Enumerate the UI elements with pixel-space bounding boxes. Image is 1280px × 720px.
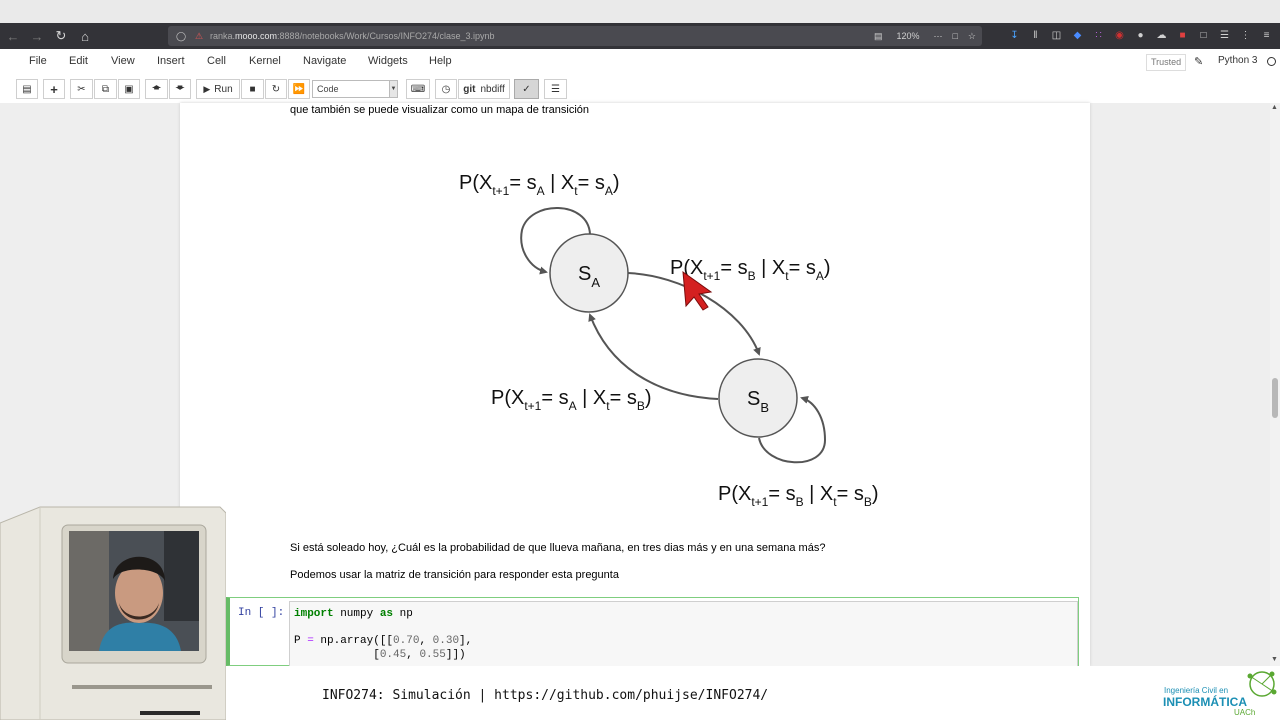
git-commit-icon[interactable]: ✓: [514, 79, 539, 99]
logo-line-2: INFORMÁTICA: [1163, 695, 1247, 709]
scroll-down-icon[interactable]: ▼: [1271, 656, 1278, 663]
stop-icon[interactable]: ■: [241, 79, 264, 99]
reader-view-icon[interactable]: ▤: [874, 31, 883, 42]
nbdiff-button[interactable]: git nbdiff: [458, 79, 510, 99]
run-label: Run: [214, 83, 233, 95]
scroll-up-icon[interactable]: ▲: [1271, 104, 1278, 111]
menu-edit[interactable]: Edit: [69, 55, 88, 67]
markdown-intro-text: que también se puede visualizar como un …: [290, 104, 590, 116]
webcam-video: [69, 531, 199, 651]
sidebar-icon[interactable]: ◫: [1049, 27, 1064, 43]
menu-cell[interactable]: Cell: [207, 55, 226, 67]
window-top-strip: [0, 0, 1280, 23]
code-line-3: P = np.array([[0.70, 0.30],: [294, 635, 473, 647]
paste-icon[interactable]: ▣: [118, 79, 140, 99]
trusted-badge[interactable]: Trusted: [1146, 54, 1187, 71]
extension-red-icon[interactable]: ■: [1175, 27, 1190, 43]
copy-icon[interactable]: ⧉: [94, 79, 117, 99]
command-palette-icon[interactable]: ☰: [544, 79, 567, 99]
menu-view[interactable]: View: [111, 55, 135, 67]
reload-icon[interactable]: ↻: [50, 25, 72, 47]
extension-grid-icon[interactable]: ∷: [1091, 27, 1106, 43]
screen: ← → ↻ ⌂ ◯ ⚠ ranka.mooo.com:8888/notebook…: [0, 0, 1280, 720]
nbdiff-label: nbdiff: [480, 83, 505, 95]
history-icon[interactable]: ◷: [435, 79, 457, 99]
extension-bars-icon[interactable]: ☰: [1217, 27, 1232, 43]
menu-insert[interactable]: Insert: [157, 55, 185, 67]
shield-icon: ◯: [175, 30, 187, 41]
save-icon[interactable]: ▤: [16, 79, 38, 99]
notebook-menubar: File Edit View Insert Cell Kernel Naviga…: [0, 49, 1280, 76]
label-p-b-given-b: P(Xt+1= sB | Xt= sB): [718, 483, 879, 509]
back-icon[interactable]: ←: [2, 25, 24, 47]
markdown-answer-text: Podemos usar la matriz de transición par…: [290, 569, 619, 581]
restart-icon[interactable]: ↻: [265, 79, 287, 99]
extension-account-icon[interactable]: ●: [1133, 27, 1148, 43]
label-p-b-given-a: P(Xt+1= sB | Xt= sA): [670, 257, 831, 283]
university-logo: Ingeniería Civil en INFORMÁTICA UACh: [1150, 668, 1280, 720]
bookmark-star-icon[interactable]: ☆: [968, 31, 976, 42]
browser-navbar: ← → ↻ ⌂ ◯ ⚠ ranka.mooo.com:8888/notebook…: [0, 23, 1280, 49]
cell-type-select[interactable]: Code ▼: [312, 80, 398, 98]
menu-navigate[interactable]: Navigate: [303, 55, 346, 67]
keyboard-icon[interactable]: ⌨: [406, 79, 430, 99]
label-p-a-given-b: P(Xt+1= sA | Xt= sB): [491, 387, 652, 413]
menu-help[interactable]: Help: [429, 55, 452, 67]
address-bar[interactable]: ◯ ⚠ ranka.mooo.com:8888/notebooks/Work/C…: [168, 26, 982, 46]
code-line-4: [0.45, 0.55]]): [294, 648, 466, 661]
logo-line-1: Ingeniería Civil en: [1164, 686, 1229, 695]
input-prompt: In [ ]:: [238, 607, 285, 619]
kernel-name: Python 3: [1218, 55, 1258, 66]
menu-kernel[interactable]: Kernel: [249, 55, 281, 67]
forward-icon[interactable]: →: [26, 25, 48, 47]
extension-dots-icon[interactable]: ⋮: [1238, 27, 1253, 43]
markdown-question-text: Si está soleado hoy, ¿Cuál es la probabi…: [290, 542, 826, 554]
cell-type-value: Code: [317, 84, 339, 94]
insert-cell-icon[interactable]: +: [43, 79, 65, 99]
extension-bookmark-icon[interactable]: □: [1196, 27, 1211, 43]
run-button[interactable]: ▶ Run: [196, 79, 240, 99]
notebook-toolbar: ▤ + ✂ ⧉ ▣ 🡁 🡃 ▶ Run ■ ↻ ⏩ Code ▼ ⌨ ◷ git nb…: [0, 76, 1280, 103]
home-icon[interactable]: ⌂: [74, 25, 96, 47]
menu-widgets[interactable]: Widgets: [368, 55, 408, 67]
hamburger-menu-icon[interactable]: ≡: [1259, 27, 1274, 43]
restart-run-all-icon[interactable]: ⏩: [288, 79, 310, 99]
chevron-down-icon: ▼: [389, 81, 397, 97]
extension-shield-icon[interactable]: ◆: [1070, 27, 1085, 43]
label-p-a-given-a: P(Xt+1= sA | Xt= sA): [459, 172, 620, 198]
cut-icon[interactable]: ✂: [70, 79, 93, 99]
git-label: git: [463, 83, 476, 95]
code-cell[interactable]: In [ ]: import numpy as np P = np.array(…: [226, 597, 1079, 667]
download-icon[interactable]: ↧: [1007, 27, 1022, 43]
url-text: ranka.mooo.com:8888/notebooks/Work/Curso…: [210, 31, 495, 41]
page-actions-icon[interactable]: ⋯: [933, 31, 942, 42]
menu-file[interactable]: File: [29, 55, 47, 67]
code-editor[interactable]: import numpy as np P = np.array([[0.70, …: [289, 601, 1078, 667]
extension-cloud-icon[interactable]: ☁: [1154, 27, 1169, 43]
scrollbar-thumb[interactable]: [1272, 378, 1278, 418]
pocket-icon[interactable]: □: [952, 31, 957, 41]
move-down-icon[interactable]: 🡃: [169, 79, 191, 99]
transition-diagram: SA SB P(Xt+1= sA | Xt= sA) P(Xt+1= sB | …: [459, 172, 879, 509]
move-up-icon[interactable]: 🡁: [145, 79, 168, 99]
zoom-level[interactable]: 120%: [892, 30, 923, 42]
logo-line-3: UACh: [1234, 708, 1256, 717]
presenter-image: [69, 531, 199, 651]
extension-ublock-icon[interactable]: ◉: [1112, 27, 1127, 43]
edit-pencil-icon[interactable]: ✎: [1194, 55, 1203, 68]
play-icon: ▶: [203, 83, 211, 94]
kernel-status-icon: [1267, 57, 1276, 66]
library-icon[interactable]: ‖: [1028, 27, 1043, 43]
code-line-1: import numpy as np: [294, 608, 413, 620]
insecure-lock-icon[interactable]: ⚠: [192, 29, 206, 43]
course-footer-text: INFO274: Simulación | https://github.com…: [322, 688, 769, 703]
